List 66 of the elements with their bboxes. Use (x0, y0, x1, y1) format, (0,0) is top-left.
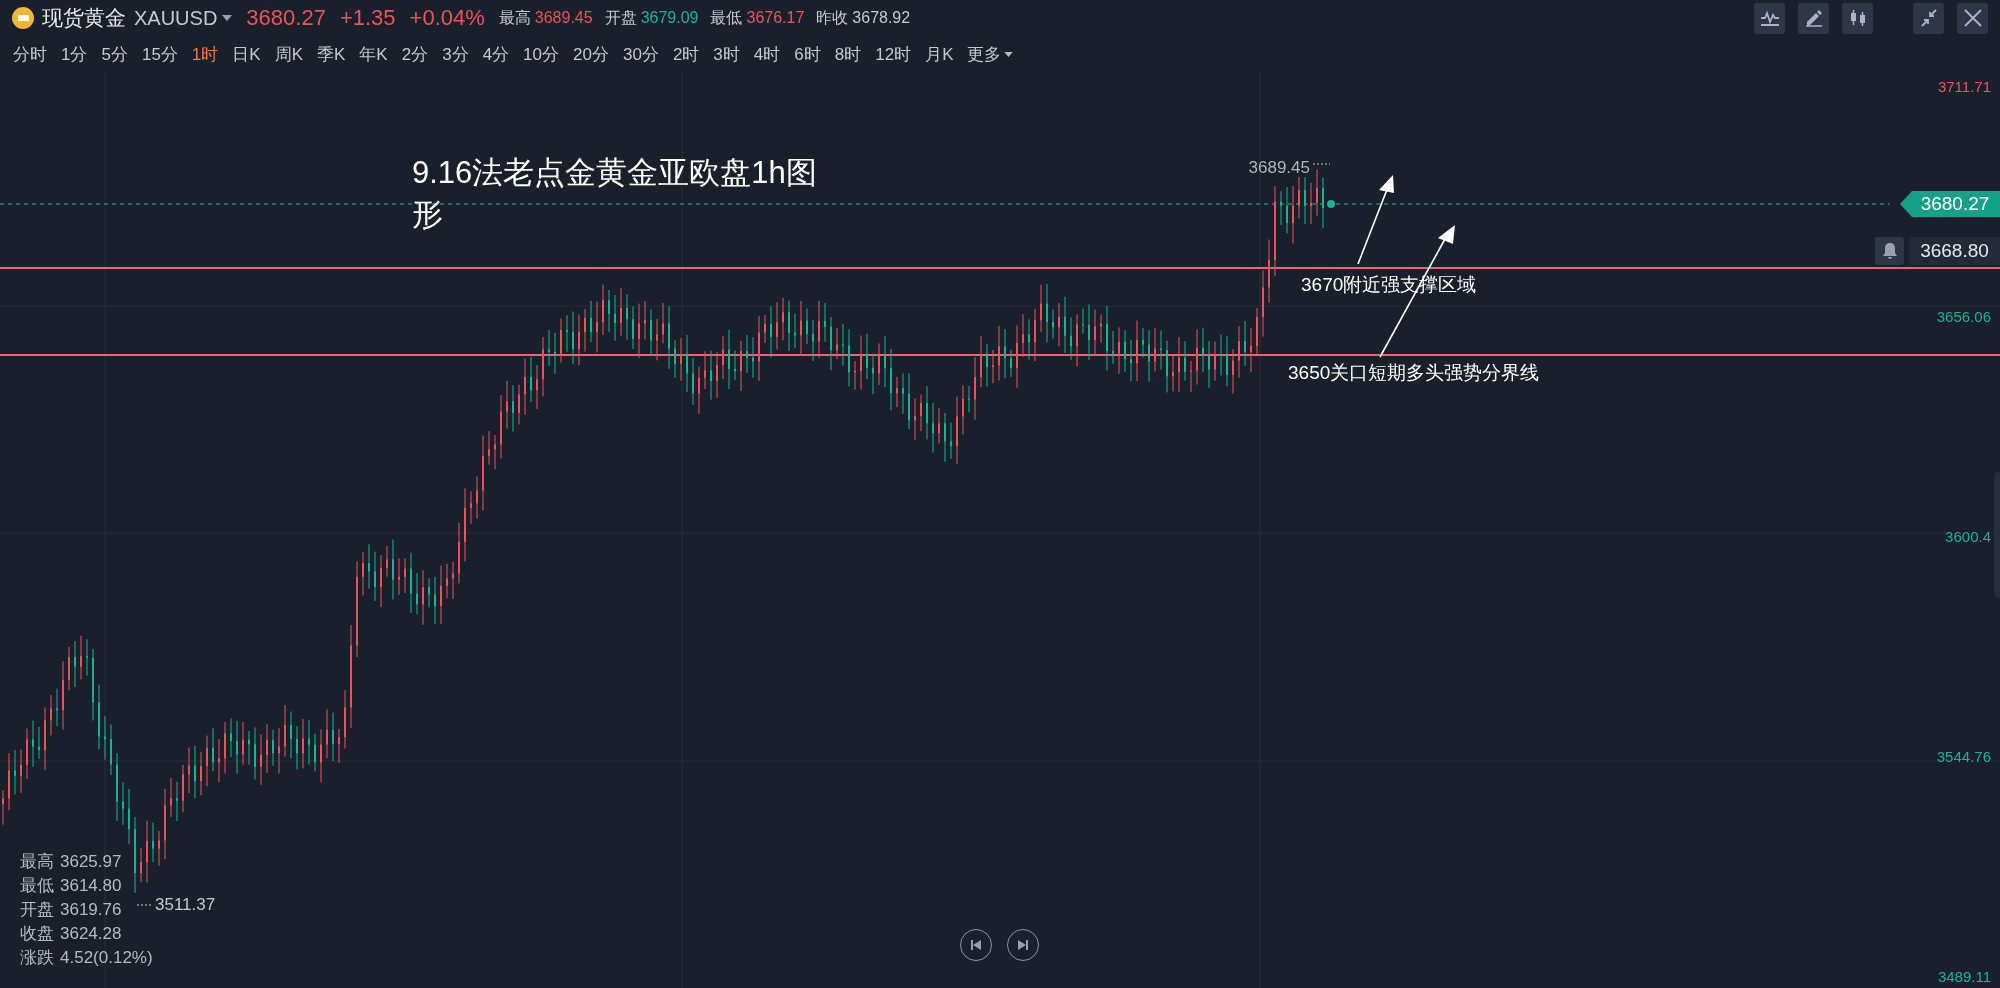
timeframe-tab[interactable]: 年K (352, 42, 395, 66)
timeframe-tab[interactable]: 3分 (435, 42, 476, 66)
stat-value: 3689.45 (534, 9, 593, 27)
info-value: 3624.28 (60, 923, 122, 944)
timeframe-tab[interactable]: 2时 (665, 42, 707, 66)
symbol-name[interactable]: 现货黄金 (42, 4, 126, 32)
timeframe-tab[interactable]: 6时 (787, 42, 828, 66)
annotation-text[interactable]: 3670附近强支撑区域 (1301, 272, 1477, 298)
info-label: 涨跌 (20, 947, 54, 968)
timeframe-tab[interactable]: 1分 (54, 42, 95, 66)
stat-label: 最低 (710, 7, 743, 28)
more-dropdown[interactable]: 更多 (960, 42, 1021, 66)
caret-icon[interactable] (1004, 51, 1014, 57)
info-label: 开盘 (20, 899, 54, 920)
price-tag: 3680.27 (1900, 191, 2000, 217)
timeframe-tab[interactable]: 季K (310, 42, 353, 66)
timeframe-tab[interactable]: 周K (267, 42, 310, 66)
timeframe-tab[interactable]: 1时 (184, 42, 226, 66)
pencil-icon[interactable] (1798, 2, 1829, 34)
info-label: 收盘 (20, 923, 54, 944)
bell-icon[interactable] (1875, 237, 1904, 265)
change-percent: +0.04% (409, 5, 485, 31)
arrow[interactable] (1357, 175, 1394, 265)
info-value: 4.52(0.12%) (60, 947, 153, 968)
timeframe-tab[interactable]: 20分 (566, 42, 616, 66)
timeframe-tab[interactable]: 4分 (475, 42, 517, 66)
symbol-code[interactable]: XAUUSD (134, 6, 218, 30)
low-price-label: 3511.37 (155, 895, 216, 915)
collapse-icon[interactable] (1913, 2, 1944, 34)
stat-value: 3676.17 (746, 9, 805, 27)
timeframe-tab[interactable]: 12时 (868, 42, 919, 66)
last-price: 3680.27 (246, 5, 326, 31)
chart-title[interactable]: 9.16法老点金黄金亚欧盘1h图形 (412, 152, 830, 236)
timeframe-tab[interactable]: 10分 (516, 42, 567, 66)
leader-line (136, 904, 153, 906)
price-change: +1.35 (339, 5, 396, 31)
timeframe-tab[interactable]: 8时 (827, 42, 869, 66)
caret-icon[interactable] (222, 15, 233, 21)
close-icon[interactable] (1957, 2, 1988, 34)
candlestick-icon[interactable] (1842, 2, 1873, 34)
timeframe-tab[interactable]: 5分 (94, 42, 135, 66)
timeframe-tab[interactable]: 3时 (706, 42, 747, 66)
stat-label: 开盘 (604, 7, 637, 28)
timeframe-tab[interactable]: 日K (225, 42, 268, 66)
info-value: 3614.80 (60, 875, 122, 896)
timeframe-tab[interactable]: 月K (918, 42, 961, 66)
alert-price[interactable]: 3668.80 (1909, 237, 2000, 265)
timeframe-tab[interactable]: 15分 (134, 42, 185, 66)
timeframe-tab[interactable]: 分时 (6, 42, 54, 66)
info-label: 最高 (20, 851, 54, 872)
timeframe-tab[interactable]: 2分 (394, 42, 436, 66)
stat-value: 3679.09 (640, 9, 699, 27)
annotation-text[interactable]: 3650关口短期多头强势分界线 (1288, 360, 1540, 386)
stat-label: 最高 (498, 7, 531, 28)
leader-line (1312, 163, 1331, 165)
info-value: 3619.76 (60, 899, 122, 920)
timeframe-tab[interactable]: 30分 (615, 42, 666, 66)
last-price-dot (1327, 200, 1335, 208)
stat-label: 昨收 (816, 7, 849, 28)
info-label: 最低 (20, 875, 54, 896)
high-price-label: 3689.45 (1248, 158, 1310, 178)
stat-value: 3678.92 (852, 9, 911, 27)
info-value: 3625.97 (60, 851, 122, 872)
coin-icon (12, 7, 34, 29)
indicator-icon[interactable] (1754, 2, 1785, 34)
timeframe-tab[interactable]: 4时 (746, 42, 788, 66)
